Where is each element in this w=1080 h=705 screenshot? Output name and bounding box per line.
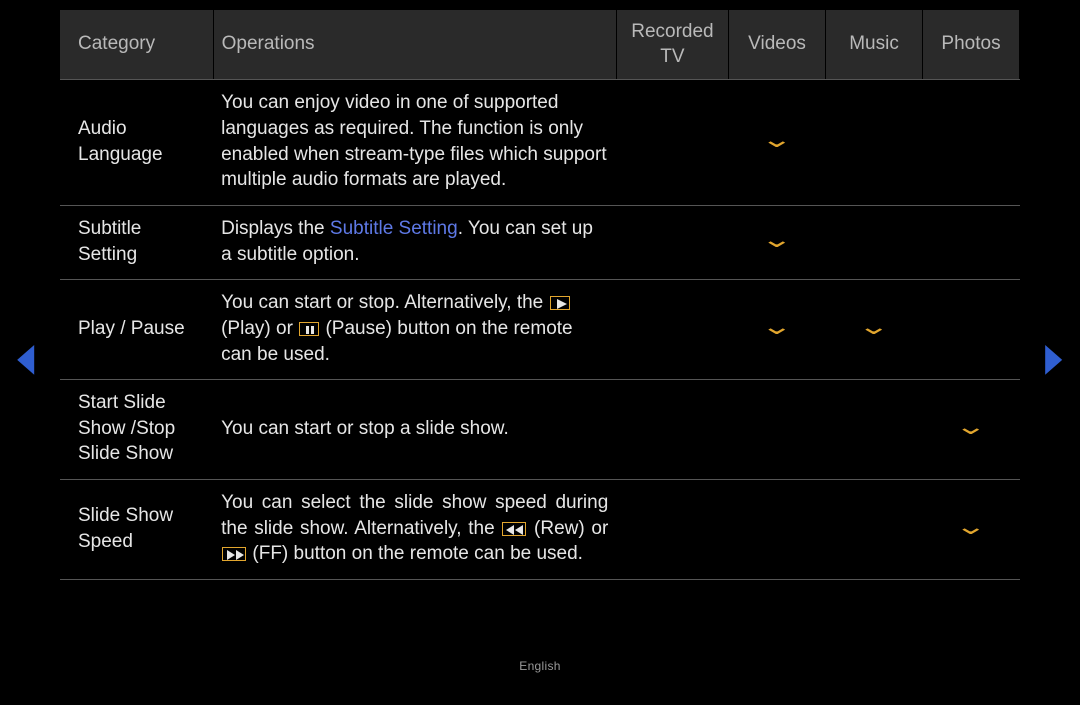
category-cell: Subtitle Setting — [60, 205, 213, 279]
recorded-cell — [616, 380, 728, 480]
category-cell: Audio Language — [60, 80, 213, 206]
recorded-cell — [616, 280, 728, 380]
check-icon: ⌄ — [955, 516, 988, 538]
col-videos: Videos — [729, 10, 826, 80]
category-cell: Play / Pause — [60, 280, 213, 380]
prev-page-arrow-icon[interactable]: ◀ — [17, 333, 34, 379]
recorded-cell — [616, 80, 728, 206]
table-row: Start Slide Show /Stop Slide ShowYou can… — [60, 380, 1020, 480]
photos-cell — [923, 280, 1020, 380]
photos-cell: ⌄ — [923, 380, 1020, 480]
operations-cell: You can start or stop a slide show. — [213, 380, 616, 480]
check-icon: ⌄ — [858, 316, 891, 338]
play-icon — [550, 296, 570, 310]
recorded-cell — [616, 480, 728, 580]
table-row: Audio LanguageYou can enjoy video in one… — [60, 80, 1020, 206]
features-table: Category Operations Recorded TV Videos M… — [60, 10, 1020, 580]
operations-cell: Displays the Subtitle Setting. You can s… — [213, 205, 616, 279]
recorded-cell — [616, 205, 728, 279]
videos-cell — [729, 480, 826, 580]
col-music: Music — [826, 10, 923, 80]
rew-icon — [502, 522, 526, 536]
table-row: Play / PauseYou can start or stop. Alter… — [60, 280, 1020, 380]
category-cell: Slide Show Speed — [60, 480, 213, 580]
music-cell — [826, 205, 923, 279]
photos-cell — [923, 205, 1020, 279]
table-row: Slide Show SpeedYou can select the slide… — [60, 480, 1020, 580]
music-cell — [826, 480, 923, 580]
table-header-row: Category Operations Recorded TV Videos M… — [60, 10, 1020, 80]
videos-cell — [729, 380, 826, 480]
category-cell: Start Slide Show /Stop Slide Show — [60, 380, 213, 480]
check-icon: ⌄ — [955, 416, 988, 438]
footer-language: English — [0, 659, 1080, 673]
photos-cell: ⌄ — [923, 480, 1020, 580]
videos-cell: ⌄ — [729, 205, 826, 279]
check-icon: ⌄ — [761, 316, 794, 338]
videos-cell: ⌄ — [729, 80, 826, 206]
music-cell — [826, 80, 923, 206]
check-icon: ⌄ — [761, 129, 794, 151]
col-photos: Photos — [923, 10, 1020, 80]
operations-cell: You can start or stop. Alternatively, th… — [213, 280, 616, 380]
table-row: Subtitle SettingDisplays the Subtitle Se… — [60, 205, 1020, 279]
col-category: Category — [60, 10, 213, 80]
videos-cell: ⌄ — [729, 280, 826, 380]
music-cell — [826, 380, 923, 480]
music-cell: ⌄ — [826, 280, 923, 380]
check-icon: ⌄ — [761, 229, 794, 251]
pause-icon — [299, 322, 319, 336]
inline-term: Subtitle Setting — [330, 218, 458, 239]
operations-cell: You can enjoy video in one of supported … — [213, 80, 616, 206]
col-recorded: Recorded TV — [616, 10, 728, 80]
col-operations: Operations — [213, 10, 616, 80]
operations-cell: You can select the slide show speed duri… — [213, 480, 616, 580]
next-page-arrow-icon[interactable]: ▶ — [1046, 333, 1063, 379]
photos-cell — [923, 80, 1020, 206]
manual-page: Category Operations Recorded TV Videos M… — [0, 0, 1080, 580]
ff-icon — [222, 547, 246, 561]
table-body: Audio LanguageYou can enjoy video in one… — [60, 80, 1020, 580]
